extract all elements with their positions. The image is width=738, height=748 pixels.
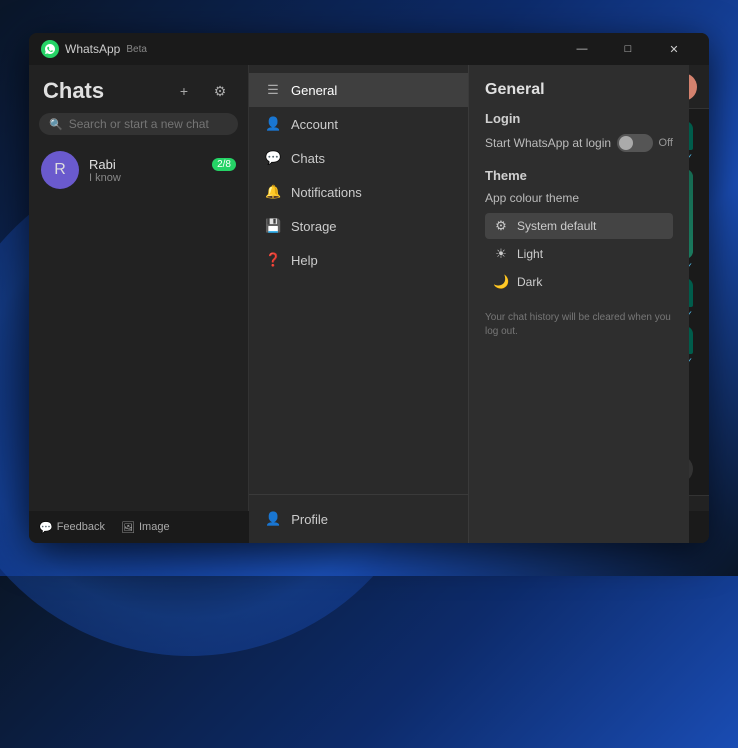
chat-name: Rabi — [89, 157, 116, 172]
title-bar-controls: — □ ✕ — [559, 33, 697, 65]
search-input[interactable] — [69, 117, 228, 131]
settings-nav-general[interactable]: ☰ General — [249, 73, 468, 107]
settings-overlay: ☰ General 👤 Account 💬 Chats 🔔 Notificati… — [249, 65, 469, 543]
chats-panel: Chats + ⚙ 🔍 R Rabi 2/8 I know — [29, 65, 249, 543]
theme-subtitle: App colour theme — [485, 191, 673, 205]
settings-button[interactable]: ⚙ — [206, 77, 234, 105]
theme-dark[interactable]: 🌙 Dark — [485, 269, 673, 295]
toggle-knob — [619, 136, 633, 150]
avatar: R — [41, 151, 79, 189]
chats-header: Chats + ⚙ — [29, 65, 248, 113]
profile-label: Profile — [291, 512, 328, 527]
login-toggle[interactable] — [617, 134, 653, 152]
image-label: Image — [139, 521, 170, 533]
title-bar: WhatsApp Beta — □ ✕ — [29, 33, 709, 65]
dark-icon: 🌙 — [493, 274, 509, 290]
settings-content: General Login Start WhatsApp at login Of… — [469, 65, 689, 543]
notifications-label: Notifications — [291, 185, 362, 200]
general-label: General — [291, 83, 337, 98]
settings-nav-storage[interactable]: 💾 Storage — [249, 209, 468, 243]
settings-section-title: General — [485, 81, 673, 99]
chat-badge: 2/8 — [212, 158, 236, 171]
feedback-icon: 💬 — [39, 521, 53, 534]
app-window: WhatsApp Beta — □ ✕ Chats + ⚙ 🔍 — [29, 33, 709, 543]
theme-system-default[interactable]: ⚙ System default — [485, 213, 673, 239]
settings-nav-notifications[interactable]: 🔔 Notifications — [249, 175, 468, 209]
theme-title: Theme — [485, 168, 673, 183]
chats-header-actions: + ⚙ — [170, 77, 234, 105]
system-label: System default — [517, 219, 596, 233]
settings-nav-footer: 👤 Profile — [249, 494, 468, 543]
chats-title: Chats — [43, 78, 104, 104]
image-button[interactable]: 🖼 Image — [121, 521, 170, 534]
light-label: Light — [517, 247, 543, 261]
help-label: Help — [291, 253, 318, 268]
account-label: Account — [291, 117, 338, 132]
chat-info: Rabi 2/8 I know — [89, 157, 236, 184]
profile-item[interactable]: 👤 Profile — [265, 503, 452, 535]
theme-section: Theme App colour theme ⚙ System default … — [485, 168, 673, 295]
help-icon: ❓ — [265, 252, 281, 268]
login-label: Start WhatsApp at login — [485, 136, 611, 150]
general-icon: ☰ — [265, 82, 281, 98]
storage-icon: 💾 — [265, 218, 281, 234]
theme-light[interactable]: ☀ Light — [485, 241, 673, 267]
title-bar-left: WhatsApp Beta — [41, 40, 559, 58]
login-row: Start WhatsApp at login Off — [485, 134, 673, 152]
notifications-icon: 🔔 — [265, 184, 281, 200]
toggle-row: Off — [617, 134, 673, 152]
maximize-button[interactable]: □ — [605, 33, 651, 65]
minimize-button[interactable]: — — [559, 33, 605, 65]
search-icon: 🔍 — [49, 118, 63, 131]
chat-name-row: Rabi 2/8 — [89, 157, 236, 172]
system-icon: ⚙ — [493, 218, 509, 234]
dark-label: Dark — [517, 275, 542, 289]
settings-note: Your chat history will be cleared when y… — [485, 311, 673, 339]
settings-nav-account[interactable]: 👤 Account — [249, 107, 468, 141]
feedback-button[interactable]: 💬 Feedback — [39, 521, 105, 534]
app-logo — [41, 40, 59, 58]
profile-icon: 👤 — [265, 511, 281, 527]
settings-nav-help[interactable]: ❓ Help — [249, 243, 468, 277]
image-icon: 🖼 — [121, 521, 135, 534]
settings-nav-chats[interactable]: 💬 Chats — [249, 141, 468, 175]
settings-nav: ☰ General 👤 Account 💬 Chats 🔔 Notificati… — [249, 65, 468, 494]
add-chat-button[interactable]: + — [170, 77, 198, 105]
search-bar: 🔍 — [39, 113, 238, 135]
login-section: Login Start WhatsApp at login Off — [485, 111, 673, 152]
feedback-label: Feedback — [57, 521, 105, 533]
app-badge: Beta — [126, 44, 147, 55]
toggle-label: Off — [659, 137, 673, 149]
chat-preview: I know — [89, 172, 236, 184]
close-button[interactable]: ✕ — [651, 33, 697, 65]
login-title: Login — [485, 111, 673, 126]
chat-item[interactable]: R Rabi 2/8 I know — [29, 143, 248, 197]
app-title: WhatsApp — [65, 42, 120, 56]
chats-nav-label: Chats — [291, 151, 325, 166]
chats-nav-icon: 💬 — [265, 150, 281, 166]
main-content: Chats + ⚙ 🔍 R Rabi 2/8 I know — [29, 65, 709, 543]
account-icon: 👤 — [265, 116, 281, 132]
light-icon: ☀ — [493, 246, 509, 262]
storage-label: Storage — [291, 219, 337, 234]
